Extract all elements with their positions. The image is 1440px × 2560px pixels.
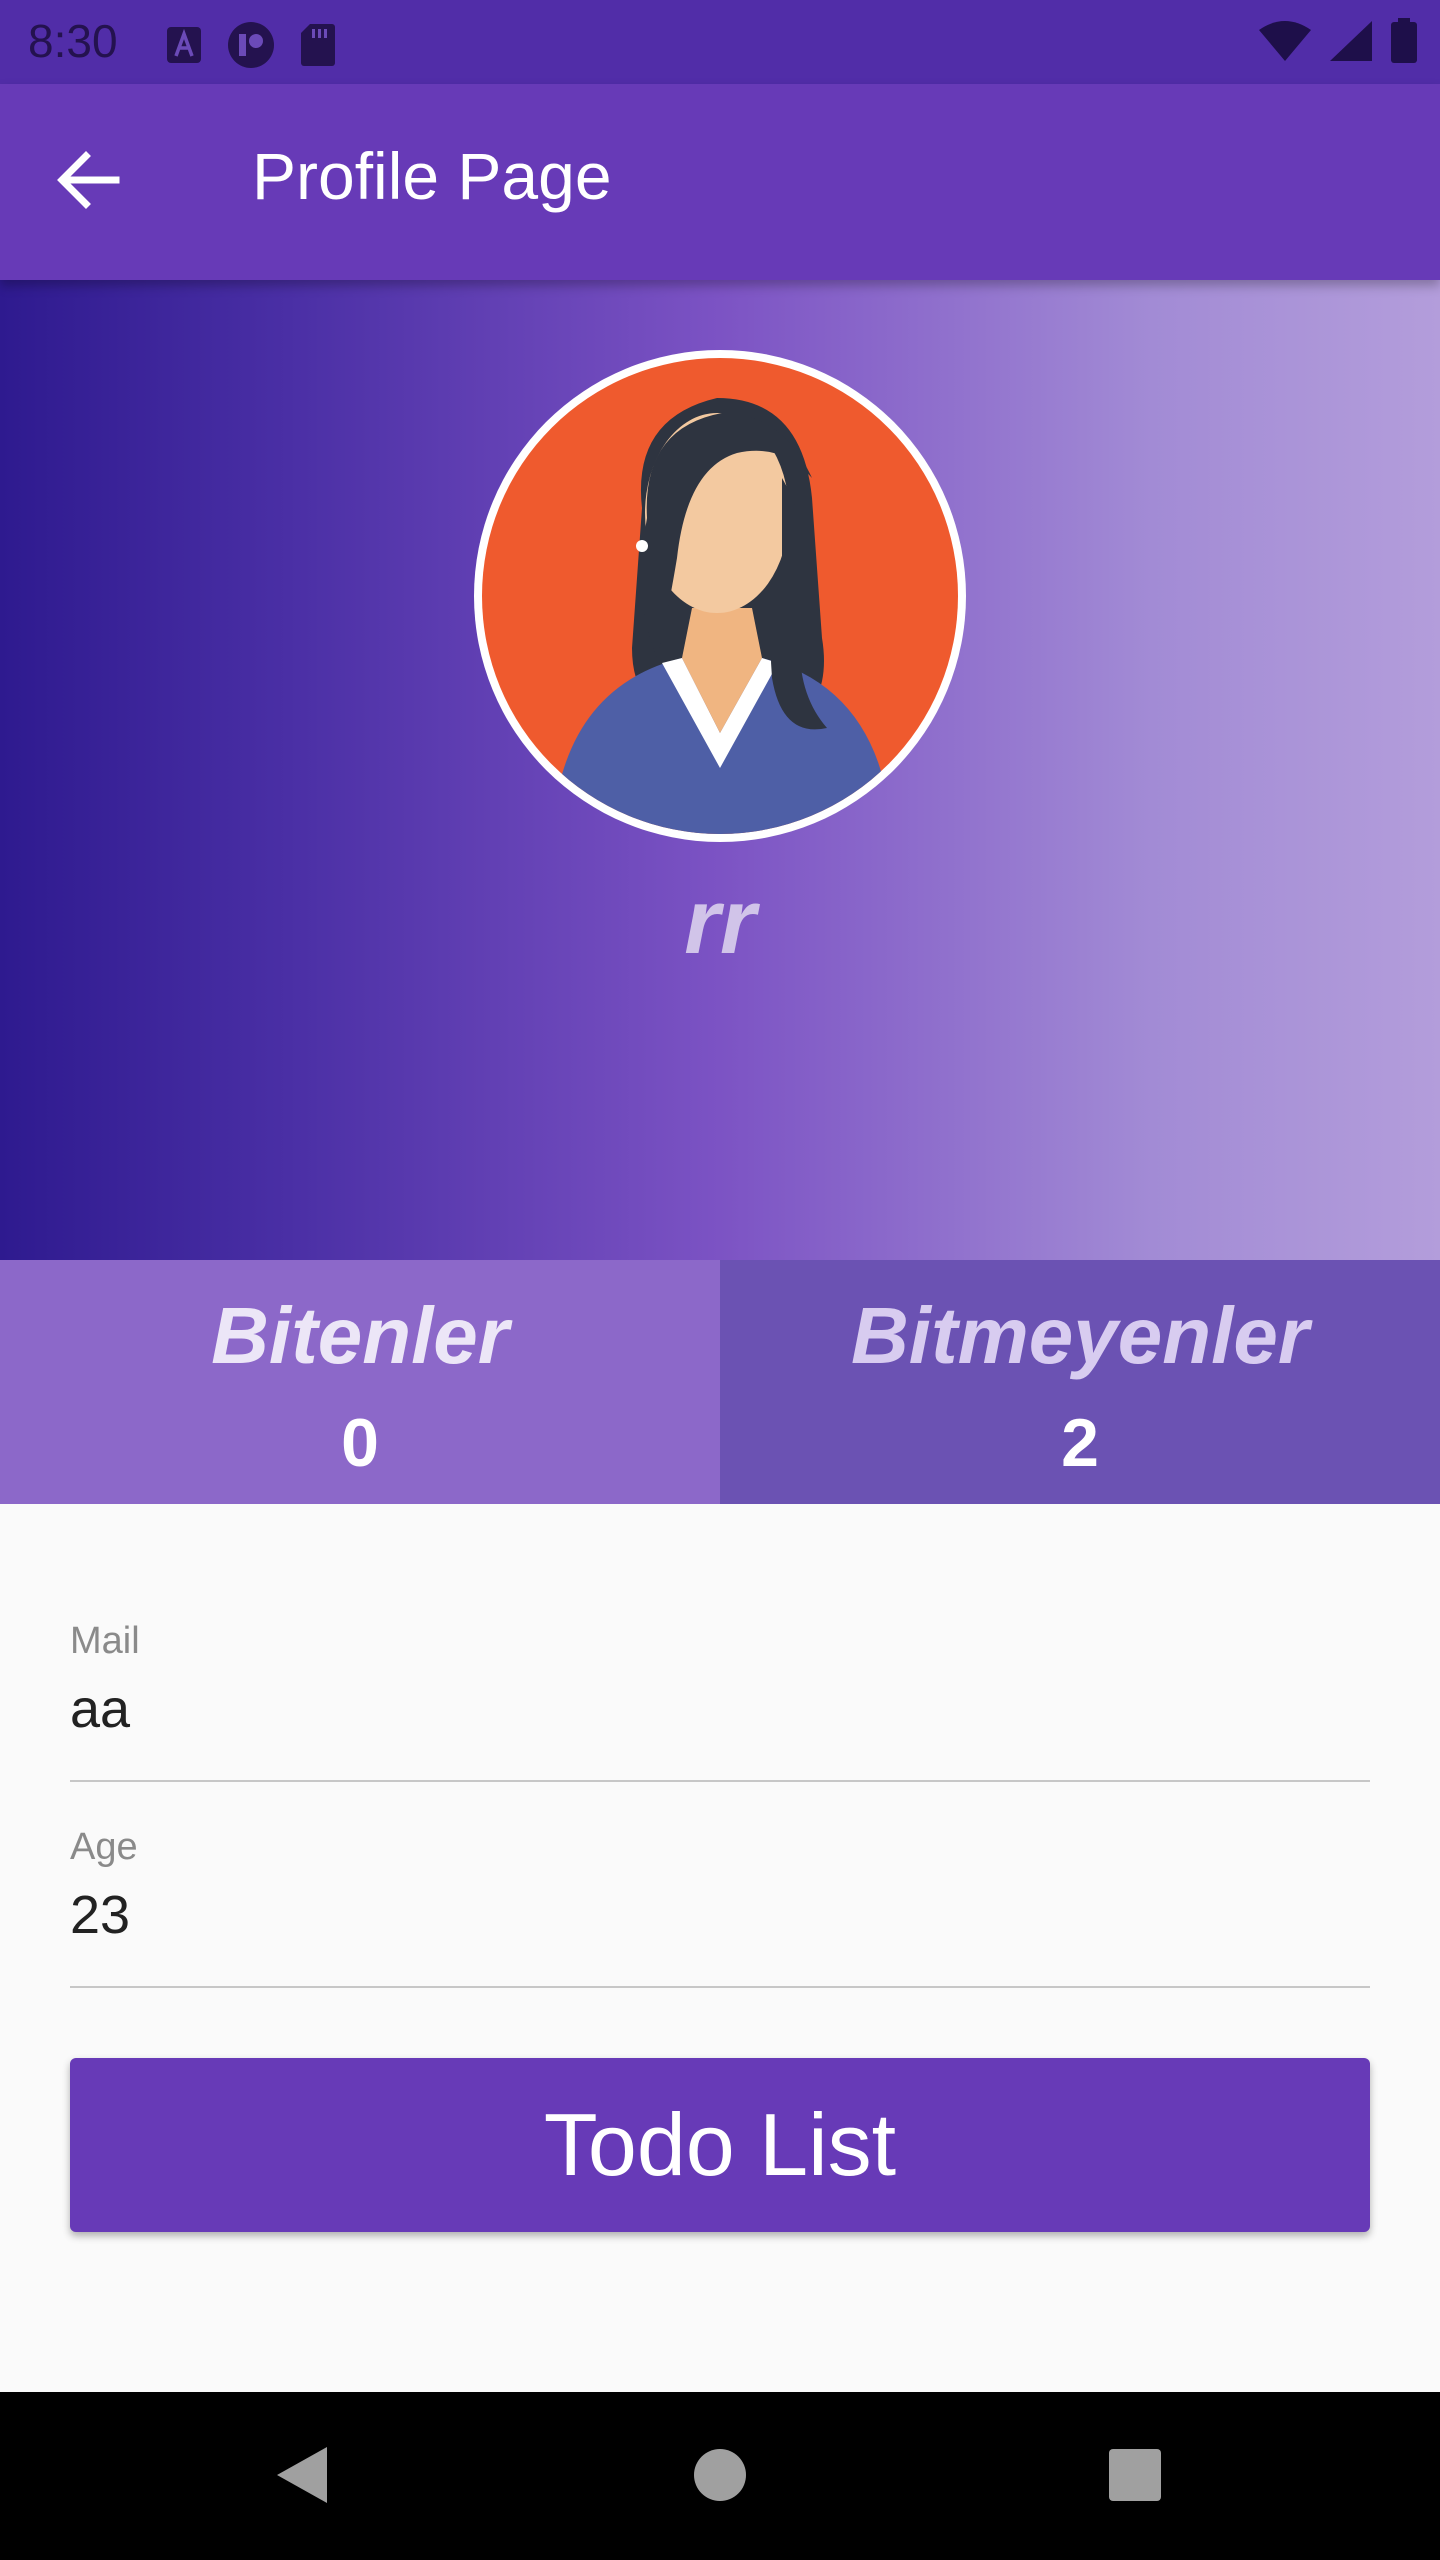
age-label: Age bbox=[70, 1826, 138, 1868]
woman-avatar-icon bbox=[482, 358, 958, 834]
profile-screen: 8:30 Profile Page rr Bitenler 0 Bitmeyen… bbox=[0, 0, 1440, 2560]
page-title: Profile Page bbox=[252, 139, 612, 213]
age-value: 23 bbox=[70, 1885, 131, 1945]
avatar bbox=[474, 350, 966, 842]
age-field[interactable]: Age 23 bbox=[70, 1822, 1370, 1988]
status-bar: 8:30 bbox=[0, 0, 1440, 84]
back-triangle-icon bbox=[271, 2443, 331, 2512]
home-circle-icon bbox=[693, 2448, 747, 2507]
completed-count: 0 bbox=[341, 1405, 379, 1481]
recents-square-icon bbox=[1107, 2447, 1163, 2508]
completed-stat: Bitenler 0 bbox=[0, 1260, 720, 1504]
uncompleted-count: 2 bbox=[1061, 1405, 1099, 1481]
system-nav-bar bbox=[0, 2392, 1440, 2560]
mail-field[interactable]: Mail aa bbox=[70, 1616, 1370, 1782]
battery-icon bbox=[1390, 18, 1418, 69]
uncompleted-label: Bitmeyenler bbox=[851, 1291, 1309, 1380]
cellular-signal-icon bbox=[1328, 19, 1374, 68]
font-notification-icon bbox=[166, 26, 202, 69]
completed-label: Bitenler bbox=[211, 1291, 509, 1380]
nav-recents-button[interactable] bbox=[1090, 2432, 1180, 2522]
todo-list-button[interactable]: Todo List bbox=[70, 2058, 1370, 2232]
profile-header: rr bbox=[0, 280, 1440, 1260]
app-notification-icon bbox=[226, 20, 276, 75]
status-time: 8:30 bbox=[28, 15, 118, 67]
user-name: rr bbox=[684, 871, 756, 973]
arrow-back-icon bbox=[56, 150, 120, 215]
mail-label: Mail bbox=[70, 1620, 140, 1662]
back-button[interactable] bbox=[48, 142, 128, 222]
wifi-icon bbox=[1258, 20, 1312, 67]
status-icons-left bbox=[166, 20, 336, 75]
uncompleted-stat: Bitmeyenler 2 bbox=[720, 1260, 1440, 1504]
nav-back-button[interactable] bbox=[256, 2432, 346, 2522]
status-icons-right bbox=[1258, 18, 1418, 69]
task-stats: Bitenler 0 Bitmeyenler 2 bbox=[0, 1260, 1440, 1504]
nav-home-button[interactable] bbox=[675, 2432, 765, 2522]
sd-card-icon bbox=[300, 23, 336, 72]
mail-value: aa bbox=[70, 1679, 131, 1739]
app-bar: Profile Page bbox=[0, 84, 1440, 280]
